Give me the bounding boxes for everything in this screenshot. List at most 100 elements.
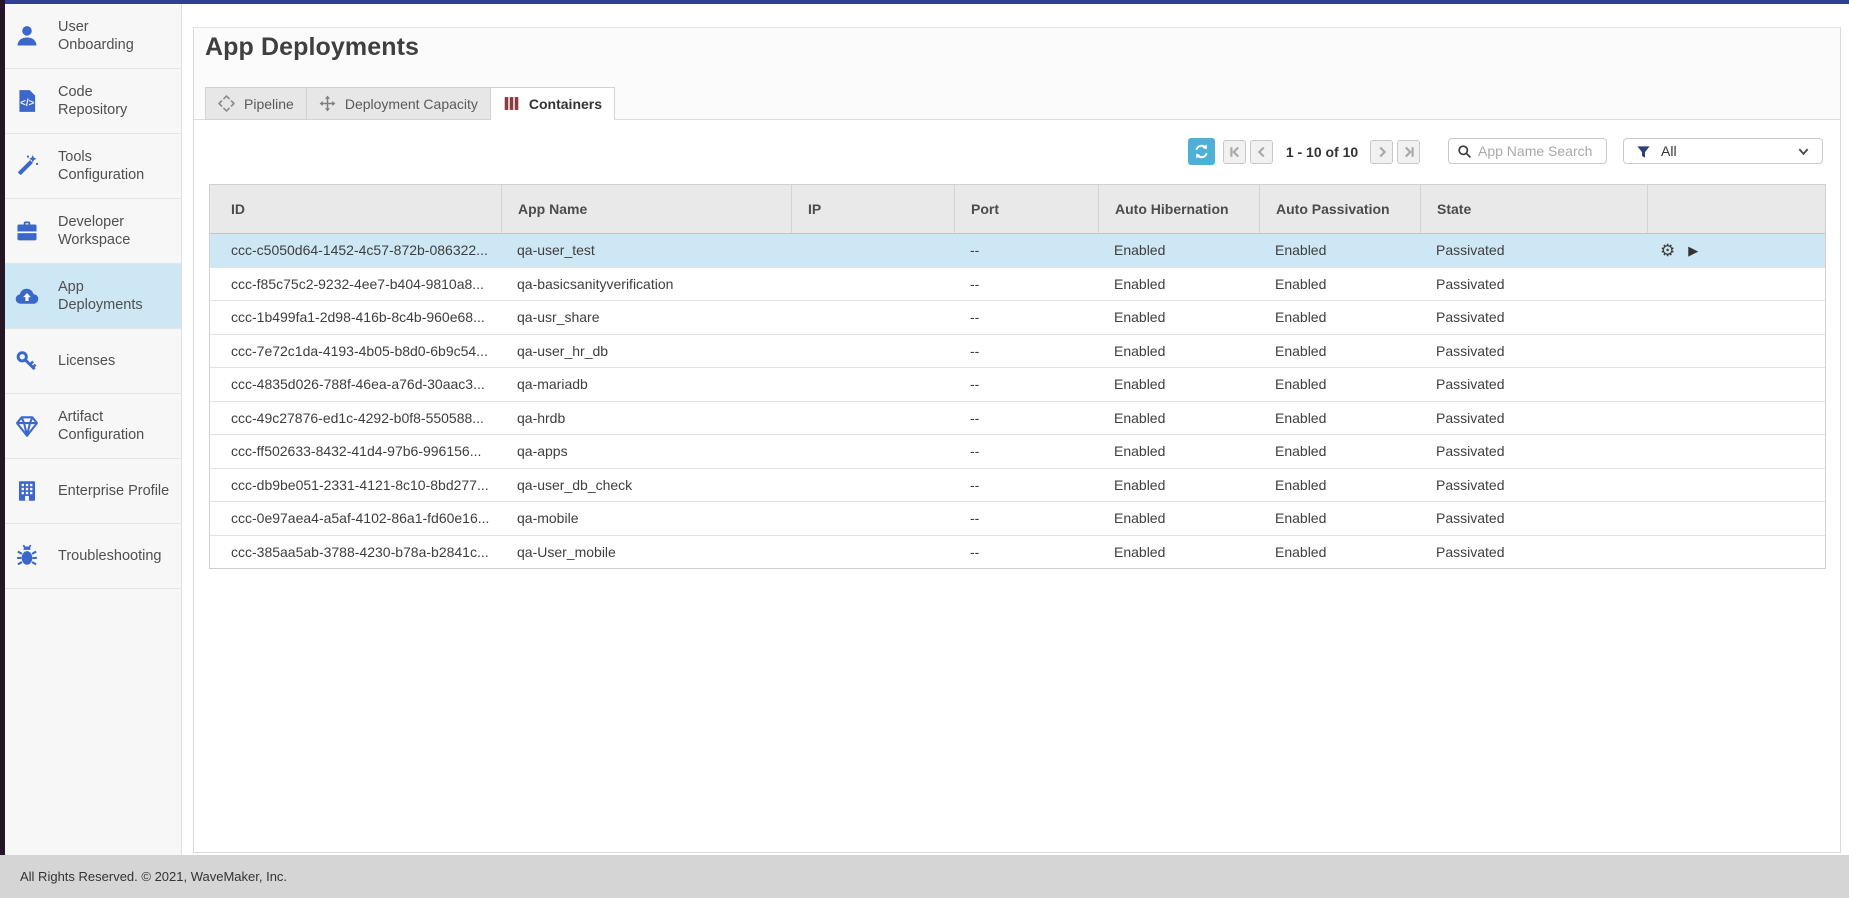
app-name-search <box>1448 138 1607 164</box>
cell-id: ccc-7e72c1da-4193-4b05-b8d0-6b9c54... <box>210 335 501 368</box>
filter-dropdown[interactable]: All <box>1623 138 1823 164</box>
cell-port: -- <box>954 234 1098 267</box>
cell-actions <box>1647 368 1825 401</box>
table-row[interactable]: ccc-4835d026-788f-46ea-a76d-30aac3...qa-… <box>210 368 1825 402</box>
cell-pass: Enabled <box>1259 268 1420 301</box>
containers-table: ID App Name IP Port Auto Hibernation Aut… <box>209 184 1826 569</box>
tab-containers[interactable]: Containers <box>491 87 615 120</box>
cell-ip <box>791 469 954 502</box>
cell-app: qa-usr_share <box>501 301 791 334</box>
column-header-auto-passivation[interactable]: Auto Passivation <box>1259 185 1420 233</box>
cell-pass: Enabled <box>1259 368 1420 401</box>
settings-gear-icon[interactable]: ⚙ <box>1660 242 1675 259</box>
sidebar-item-label: Developer Workspace <box>58 213 130 249</box>
page-previous-button[interactable] <box>1250 140 1273 164</box>
tab-label: Deployment Capacity <box>345 96 478 112</box>
sidebar-item-licenses[interactable]: Licenses <box>5 329 181 394</box>
sidebar-item-artifact-configuration[interactable]: Artifact Configuration <box>5 394 181 459</box>
cell-actions: ⚙▶ <box>1647 234 1825 267</box>
table-row[interactable]: ccc-385aa5ab-3788-4230-b78a-b2841c...qa-… <box>210 536 1825 570</box>
briefcase-icon <box>14 218 40 244</box>
sidebar-item-app-deployments[interactable]: App Deployments <box>5 264 181 329</box>
cell-hib: Enabled <box>1098 301 1259 334</box>
start-play-icon[interactable]: ▶ <box>1688 244 1698 257</box>
page-header: App Deployments Pipeline Deployment Capa… <box>194 28 1840 120</box>
cell-ip <box>791 402 954 435</box>
sidebar-item-label: Enterprise Profile <box>58 482 169 500</box>
table-row[interactable]: ccc-db9be051-2331-4121-8c10-8bd277...qa-… <box>210 469 1825 503</box>
cell-id: ccc-0e97aea4-a5af-4102-86a1-fd60e16... <box>210 502 501 535</box>
table-row[interactable]: ccc-1b499fa1-2d98-416b-8c4b-960e68...qa-… <box>210 301 1825 335</box>
page-last-button[interactable] <box>1397 140 1420 164</box>
cell-actions <box>1647 502 1825 535</box>
search-input[interactable] <box>1478 143 1598 159</box>
cell-port: -- <box>954 268 1098 301</box>
cell-ip <box>791 234 954 267</box>
sidebar-item-tools-configuration[interactable]: Tools Configuration <box>5 134 181 199</box>
sidebar-item-label: User Onboarding <box>58 18 134 54</box>
sidebar-item-developer-workspace[interactable]: Developer Workspace <box>5 199 181 264</box>
tab-bar: Pipeline Deployment Capacity Containers <box>205 87 615 120</box>
cell-port: -- <box>954 368 1098 401</box>
cell-pass: Enabled <box>1259 502 1420 535</box>
cell-hib: Enabled <box>1098 502 1259 535</box>
move-icon <box>319 95 336 112</box>
move-outline-icon <box>218 95 235 112</box>
sidebar-item-code-repository[interactable]: </>Code Repository <box>5 69 181 134</box>
cell-pass: Enabled <box>1259 435 1420 468</box>
table-row[interactable]: ccc-ff502633-8432-41d4-97b6-996156...qa-… <box>210 435 1825 469</box>
cell-app: qa-mobile <box>501 502 791 535</box>
sidebar-item-troubleshooting[interactable]: Troubleshooting <box>5 524 181 589</box>
cell-port: -- <box>954 536 1098 569</box>
cell-state: Passivated <box>1420 368 1647 401</box>
code-repository-icon: </> <box>14 88 40 114</box>
column-header-app-name[interactable]: App Name <box>501 185 791 233</box>
table-row[interactable]: ccc-7e72c1da-4193-4b05-b8d0-6b9c54...qa-… <box>210 335 1825 369</box>
column-header-state[interactable]: State <box>1420 185 1647 233</box>
sidebar-item-enterprise-profile[interactable]: Enterprise Profile <box>5 459 181 524</box>
table-body: ccc-c5050d64-1452-4c57-872b-086322... qa-… <box>210 234 1825 569</box>
cell-id: ccc-49c27876-ed1c-4292-b0f8-550588... <box>210 402 501 435</box>
cell-actions <box>1647 301 1825 334</box>
cell-pass: Enabled <box>1259 234 1420 267</box>
cell-hib: Enabled <box>1098 435 1259 468</box>
table-row[interactable]: ccc-0e97aea4-a5af-4102-86a1-fd60e16...qa… <box>210 502 1825 536</box>
table-row[interactable]: ccc-c5050d64-1452-4c57-872b-086322...qa-… <box>210 234 1825 268</box>
cell-ip <box>791 502 954 535</box>
sidebar-item-user-onboarding[interactable]: User Onboarding <box>5 4 181 69</box>
column-header-ip[interactable]: IP <box>791 185 954 233</box>
cell-app: qa-apps <box>501 435 791 468</box>
top-accent-bar <box>5 0 1849 4</box>
cell-ip <box>791 435 954 468</box>
cell-app: qa-mariadb <box>501 368 791 401</box>
page-next-button[interactable] <box>1370 140 1393 164</box>
cell-ip <box>791 335 954 368</box>
svg-text:</>: </> <box>20 98 34 109</box>
column-header-port[interactable]: Port <box>954 185 1098 233</box>
cell-state: Passivated <box>1420 502 1647 535</box>
sidebar-item-label: Troubleshooting <box>58 547 161 565</box>
cell-port: -- <box>954 402 1098 435</box>
content-panel: App Deployments Pipeline Deployment Capa… <box>193 27 1841 853</box>
table-row[interactable]: ccc-49c27876-ed1c-4292-b0f8-550588...qa-… <box>210 402 1825 436</box>
page-first-button[interactable] <box>1223 140 1246 164</box>
cell-id: ccc-385aa5ab-3788-4230-b78a-b2841c... <box>210 536 501 569</box>
cell-hib: Enabled <box>1098 234 1259 267</box>
cell-app: qa-user_hr_db <box>501 335 791 368</box>
cell-port: -- <box>954 469 1098 502</box>
cell-pass: Enabled <box>1259 301 1420 334</box>
column-header-auto-hibernation[interactable]: Auto Hibernation <box>1098 185 1259 233</box>
cell-app: qa-hrdb <box>501 402 791 435</box>
cell-state: Passivated <box>1420 268 1647 301</box>
column-header-id[interactable]: ID <box>210 185 501 233</box>
tab-deployment-capacity[interactable]: Deployment Capacity <box>307 87 491 120</box>
building-icon <box>14 478 40 504</box>
cell-id: ccc-c5050d64-1452-4c57-872b-086322... <box>210 234 501 267</box>
cell-state: Passivated <box>1420 536 1647 569</box>
refresh-button[interactable] <box>1188 138 1215 165</box>
tab-pipeline[interactable]: Pipeline <box>205 87 307 120</box>
cell-hib: Enabled <box>1098 536 1259 569</box>
page-title: App Deployments <box>205 33 419 61</box>
key-icon <box>14 348 40 374</box>
table-row[interactable]: ccc-f85c75c2-9232-4ee7-b404-9810a8...qa-… <box>210 268 1825 302</box>
